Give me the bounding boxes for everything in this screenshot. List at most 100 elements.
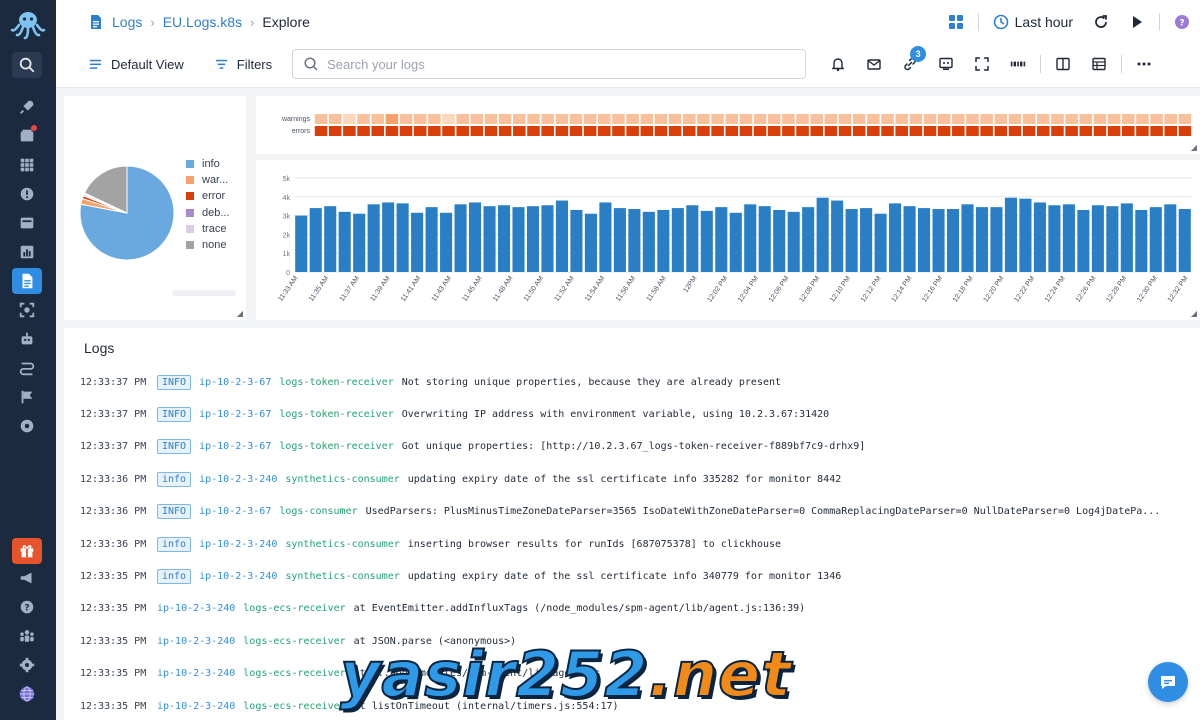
heatmap-cell[interactable] (343, 126, 356, 136)
heatmap-cell[interactable] (881, 114, 894, 124)
sidebar-workflow-icon[interactable] (12, 355, 42, 381)
heatmap-cell[interactable] (385, 126, 399, 136)
volume-bar[interactable] (497, 205, 511, 272)
heatmap-cell[interactable] (909, 126, 923, 136)
volume-bar[interactable] (975, 207, 989, 272)
heatmap-cell[interactable] (612, 126, 625, 136)
heatmap-cell[interactable] (1107, 114, 1121, 124)
heatmap-cell[interactable] (852, 114, 866, 124)
log-row[interactable]: 12:33:35 PM ip-10-2-3-240 logs-ecs-receive… (80, 593, 1190, 625)
sidebar-gift-icon[interactable] (12, 538, 42, 564)
heatmap-cell[interactable] (456, 126, 469, 136)
legend-item[interactable]: trace (186, 221, 230, 237)
heatmap-cell[interactable] (895, 126, 908, 136)
heatmap-cell[interactable] (1065, 126, 1078, 136)
volume-bar[interactable] (425, 207, 438, 272)
volume-bar[interactable] (599, 202, 612, 272)
sidebar-help-icon[interactable]: ? (12, 594, 42, 620)
heatmap-cell[interactable] (1008, 114, 1022, 124)
log-row[interactable]: 12:33:36 PM INFO ip-10-2-3-67 logs-consumer… (80, 496, 1190, 528)
heatmap-cell[interactable] (923, 126, 937, 136)
volume-bar[interactable] (309, 208, 322, 272)
volume-bar[interactable] (1019, 198, 1032, 272)
legend-item[interactable]: war... (186, 172, 230, 188)
heatmap-cell[interactable] (682, 114, 696, 124)
volume-bar[interactable] (1048, 205, 1061, 272)
heatmap-cell[interactable] (796, 114, 809, 124)
log-row[interactable]: 12:33:37 PM INFO ip-10-2-3-67 logs-token-re… (80, 366, 1190, 398)
refresh-button[interactable] (1083, 14, 1119, 30)
heatmap-cell[interactable] (555, 114, 569, 124)
heatmap-cell[interactable] (796, 126, 809, 136)
heatmap-cell[interactable] (994, 114, 1008, 124)
volume-bar[interactable] (526, 206, 540, 272)
heatmap-cell[interactable] (739, 114, 753, 124)
sidebar-search-icon[interactable] (12, 52, 42, 78)
volume-bar[interactable] (483, 206, 496, 272)
heatmap-cell[interactable] (725, 126, 739, 136)
heatmap-cell[interactable] (739, 126, 753, 136)
split-view-button[interactable] (1045, 49, 1081, 79)
heatmap-cell[interactable] (583, 114, 597, 124)
play-button[interactable] (1119, 14, 1155, 30)
heatmap-cell[interactable] (937, 126, 951, 136)
heatmap-cell[interactable] (1150, 126, 1163, 136)
fullscreen-button[interactable] (964, 49, 1000, 79)
heatmap-cell[interactable] (541, 126, 554, 136)
more-options-button[interactable] (1126, 49, 1162, 79)
heatmap-cell[interactable] (328, 114, 342, 124)
heatmap-cell[interactable] (1164, 114, 1178, 124)
heatmap-cell[interactable] (413, 114, 427, 124)
sidebar-globe-icon[interactable] (12, 681, 42, 707)
heatmap-cell[interactable] (541, 114, 554, 124)
volume-bar[interactable] (889, 203, 902, 272)
heatmap-cell[interactable] (824, 114, 838, 124)
volume-bar[interactable] (642, 211, 655, 272)
heatmap-cell[interactable] (371, 114, 385, 124)
heatmap-cell[interactable] (1037, 126, 1050, 136)
heatmap-cell[interactable] (371, 126, 385, 136)
heatmap-cell[interactable] (456, 114, 469, 124)
heatmap-cell[interactable] (767, 114, 781, 124)
sidebar-inbox-icon[interactable] (12, 123, 42, 149)
heatmap-cell[interactable] (428, 126, 441, 136)
heatmap-cell[interactable] (328, 126, 342, 136)
heatmap-cell[interactable] (966, 114, 979, 124)
sidebar-settings-icon[interactable] (12, 652, 42, 678)
volume-bar[interactable] (353, 213, 366, 272)
volume-bar[interactable] (1106, 206, 1119, 272)
heatmap-cell[interactable] (1022, 126, 1036, 136)
volume-bar[interactable] (1004, 197, 1017, 272)
heatmap-cell[interactable] (626, 126, 639, 136)
heatmap-cell[interactable] (1022, 114, 1036, 124)
volume-bar[interactable] (628, 209, 641, 272)
volume-bar[interactable] (874, 213, 887, 272)
log-volume-bar-chart[interactable]: 0 1k 2k 3k 4k 5k 11:33 AM 11:35 AM 11:37 AM 11:39… (256, 160, 1200, 320)
legend-item[interactable]: deb... (186, 205, 230, 221)
shared-links-button[interactable]: 3 (892, 46, 928, 79)
heatmap-cell[interactable] (569, 114, 583, 124)
heatmap-cell[interactable] (498, 114, 512, 124)
filters-button[interactable]: Filters (206, 49, 280, 79)
volume-bar[interactable] (555, 200, 568, 272)
log-row[interactable]: 12:33:36 PM info ip-10-2-3-240 synthetics-c… (80, 528, 1190, 560)
heatmap-cell[interactable] (1178, 114, 1192, 124)
heatmap-cell[interactable] (668, 126, 682, 136)
volume-bar[interactable] (758, 206, 771, 272)
heatmap-cell[interactable] (484, 126, 498, 136)
resize-handle-icon[interactable]: ◢ (1191, 309, 1197, 318)
sidebar-apps-grid-icon[interactable] (12, 152, 42, 178)
heatmap-cell[interactable] (980, 114, 993, 124)
heatmap-cell[interactable] (470, 126, 484, 136)
volume-bar[interactable] (802, 207, 815, 272)
heatmap-cell[interactable] (824, 126, 838, 136)
heatmap-cell[interactable] (654, 126, 668, 136)
heatmap-cell[interactable] (612, 114, 625, 124)
log-search-input[interactable] (327, 56, 796, 72)
sidebar-scan-icon[interactable] (12, 297, 42, 323)
heatmap-cell[interactable] (867, 126, 880, 136)
heatmap-cell[interactable] (569, 126, 583, 136)
breadcrumb-logs[interactable]: Logs (112, 14, 142, 30)
volume-bar[interactable] (932, 209, 945, 272)
volume-bar[interactable] (1135, 209, 1148, 272)
